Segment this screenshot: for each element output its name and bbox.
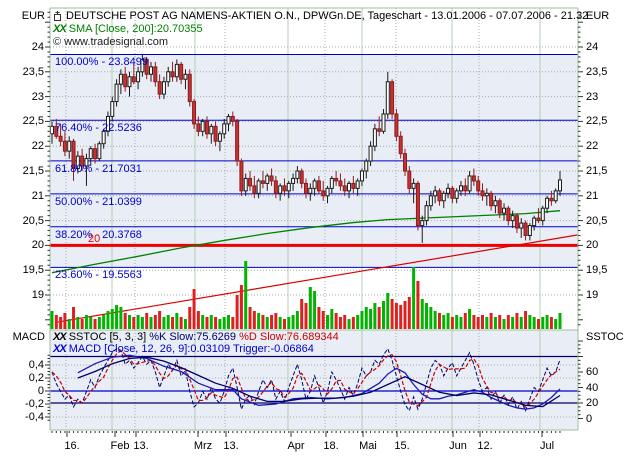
price-line-label: 20 (88, 233, 100, 245)
left-axis-unit: EUR (0, 10, 45, 22)
macd-tick-label: 0,2 (0, 372, 44, 384)
macd-tick-label: -0,2 (0, 398, 44, 410)
sstoc-name: SSTOC [5, 3, 3] (69, 331, 146, 343)
instrument-icon (53, 11, 62, 22)
macd-tick-label: 0 (0, 385, 44, 397)
price-tick-label: 22 (0, 140, 44, 152)
time-tick-label: 16. (64, 440, 79, 452)
sma-legend: XXSMA [Close, 200]:20.70355 (53, 23, 203, 35)
sstoc-tick-label: 60 (586, 366, 598, 378)
price-tick-label: 22,5 (0, 115, 44, 127)
price-tick-label: 20 (0, 239, 44, 251)
macd-axis-unit: MACD (0, 331, 45, 343)
time-tick-label: Jun (449, 440, 467, 452)
tradesignal-logo-icon: XX (53, 343, 66, 355)
price-tick-label: 23 (0, 91, 44, 103)
price-tick-label: 21,5 (0, 165, 44, 177)
price-tick-label: 23,5 (586, 66, 607, 78)
time-tick-label: 12. (477, 440, 492, 452)
sma-label: SMA [Close, 200]:20.70355 (69, 23, 203, 35)
price-tick-label: 21 (586, 190, 598, 202)
sstoc-tick-label: 0 (586, 413, 592, 425)
time-tick-label: 15. (394, 440, 409, 452)
price-tick-label: 23,5 (0, 66, 44, 78)
time-tick-label: 13. (223, 440, 238, 452)
watermark: © www.tradesignal.com (53, 36, 168, 48)
fibonacci-level-label: 50.00% - 21.0399 (55, 196, 142, 208)
sstoc-tick-label: 20 (586, 397, 598, 409)
fibonacci-level-label: 76.40% - 22.5236 (55, 122, 142, 134)
price-tick-label: 19,5 (0, 264, 44, 276)
tradesignal-chart-window: EUR EUR MACD SSTOC 24 23,5 23 22,5 22 21,5 21 2… (0, 0, 639, 464)
stochastic-legend: XXSSTOC [5, 3, 3] %K Slow:75.6269 %D Slo… (53, 331, 339, 343)
macd-tick-label: 0,4 (0, 359, 44, 371)
time-tick-label: 18. (323, 440, 338, 452)
fibonacci-level-label: 61.80% - 21.7031 (55, 163, 142, 175)
time-tick-label: Apr (287, 440, 304, 452)
tradesignal-logo-icon: XX (53, 331, 66, 343)
time-tick-label: Jul (540, 440, 554, 452)
price-tick-label: 23 (586, 91, 598, 103)
price-tick-label: 22,5 (586, 115, 607, 127)
price-tick-label: 24 (0, 41, 44, 53)
sstoc-axis-unit: SSTOC (586, 331, 624, 343)
tradesignal-logo-icon: XX (53, 23, 66, 35)
sstoc-tick-label: 40 (586, 382, 598, 394)
price-tick-label: 21,5 (586, 165, 607, 177)
price-tick-label: 21 (0, 190, 44, 202)
fibonacci-level-label: 23.60% - 19.5563 (55, 269, 142, 281)
chart-title-row: DEUTSCHE POST AG NAMENS-AKTIEN O.N., DPW… (53, 10, 588, 22)
price-tick-label: 20,5 (0, 215, 44, 227)
price-tick-label: 20,5 (586, 215, 607, 227)
time-tick-label: 13. (133, 440, 148, 452)
price-tick-label: 24 (586, 41, 598, 53)
sstoc-d-value: %D Slow:76.689344 (239, 331, 339, 343)
time-tick-label: Mai (359, 440, 377, 452)
price-tick-label: 19,5 (586, 264, 607, 276)
chart-title: DEUTSCHE POST AG NAMENS-AKTIEN O.N., DPW… (66, 10, 588, 22)
fibonacci-level-label: 100.00% - 23.8499 (55, 56, 148, 68)
right-axis-unit: EUR (586, 10, 609, 22)
price-tick-label: 22 (586, 140, 598, 152)
time-tick-label: Mrz (194, 440, 212, 452)
macd-tick-label: -0,4 (0, 411, 44, 423)
price-tick-label: 20 (586, 239, 598, 251)
macd-legend: XXMACD [Close, 12, 26, 9]:0.03109 Trigge… (53, 343, 314, 355)
price-tick-label: 19 (0, 289, 44, 301)
time-tick-label: Feb (111, 440, 130, 452)
sstoc-k-value: %K Slow:75.6269 (149, 331, 236, 343)
macd-values: MACD [Close, 12, 26, 9]:0.03109 Trigger:… (69, 343, 314, 355)
price-tick-label: 19 (586, 289, 598, 301)
